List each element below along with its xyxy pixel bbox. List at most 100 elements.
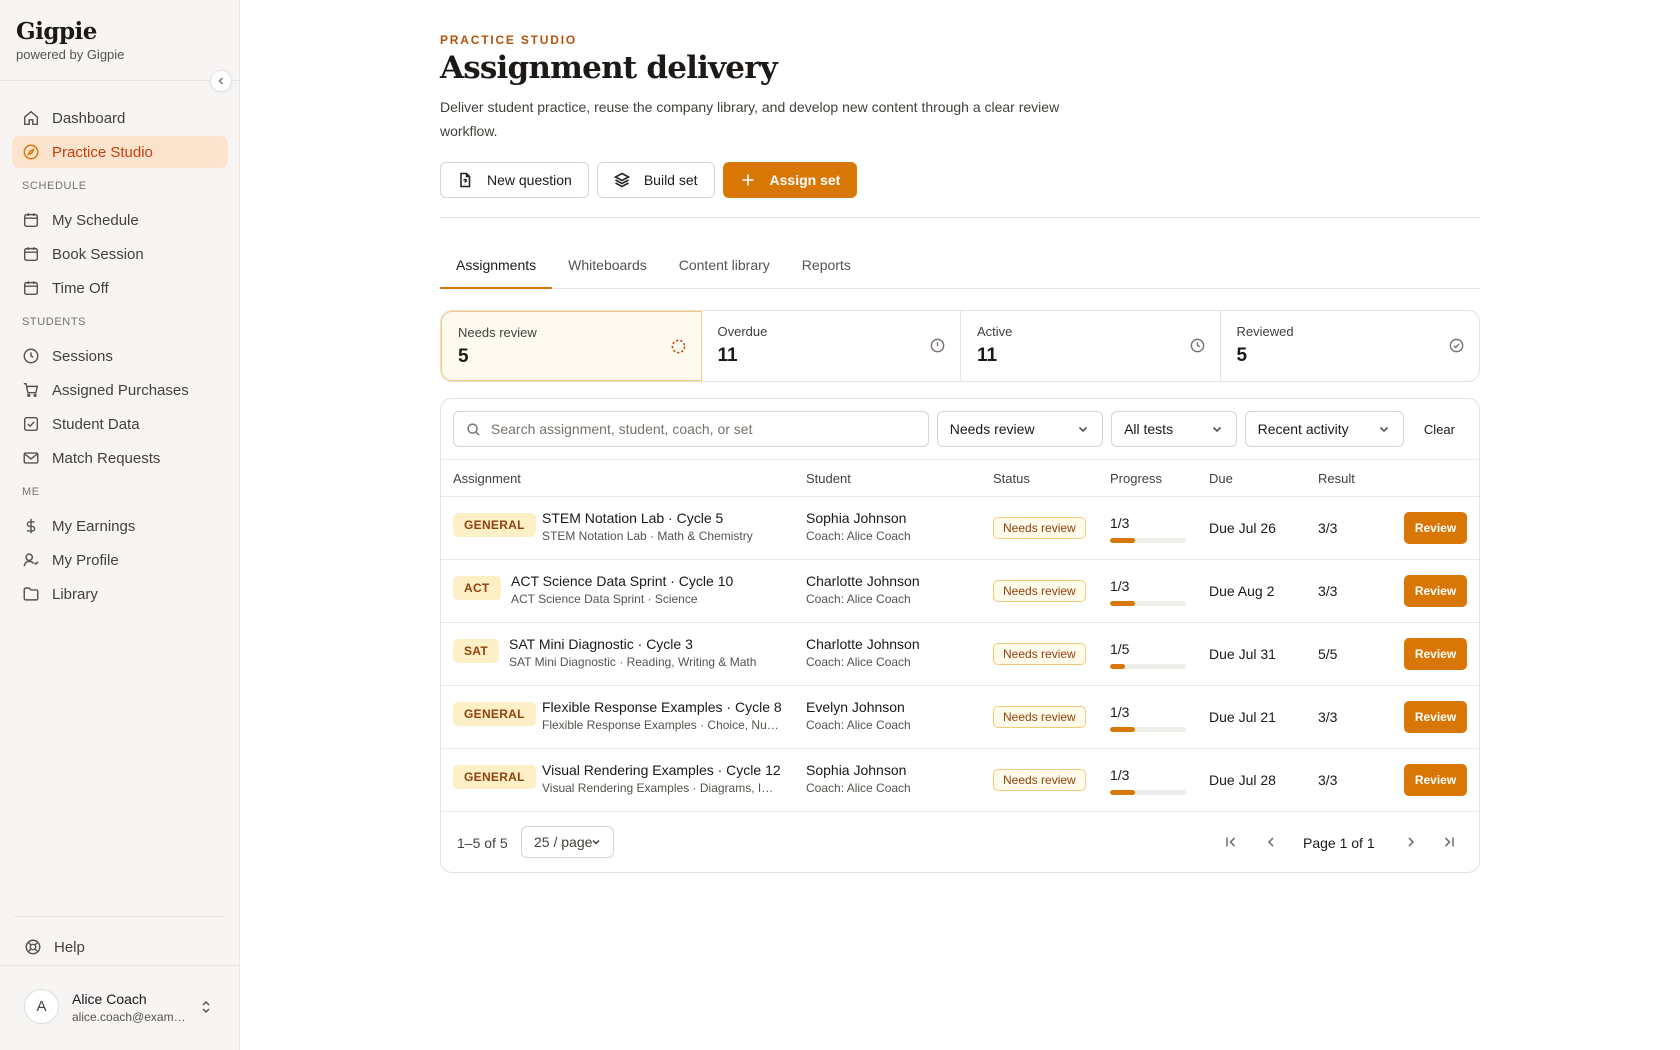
per-page-value: 25 / page — [534, 834, 593, 850]
last-page-icon[interactable] — [1441, 834, 1457, 850]
assignment-cell: Flexible Response Examples · Cycle 8 Fle… — [542, 699, 782, 732]
chevron-down-icon — [592, 839, 600, 845]
calendar-icon — [23, 281, 39, 296]
assignment-cell: SAT Mini Diagnostic · Cycle 3 SAT Mini D… — [509, 636, 781, 669]
table-row[interactable]: ACT ACT Science Data Sprint · Cycle 10 A… — [441, 560, 1479, 623]
sidebar-item-label: Student Data — [52, 415, 140, 433]
clock-icon — [23, 348, 39, 364]
chevron-left-icon[interactable] — [1263, 834, 1279, 850]
test-type-badge: GENERAL — [453, 765, 536, 789]
sidebar-item-student-data[interactable]: Student Data — [12, 408, 228, 440]
sidebar-item-match-requests[interactable]: Match Requests — [12, 442, 228, 474]
stat-reviewed[interactable]: Reviewed 5 — [1221, 311, 1480, 381]
sidebar-item-label: Time Off — [52, 279, 109, 297]
result: 3/3 — [1318, 583, 1338, 599]
brand-subtitle: powered by Gigpie — [16, 47, 125, 62]
user-name: Alice Coach — [72, 991, 147, 1007]
tab-content-library[interactable]: Content library — [663, 248, 786, 289]
sidebar-item-assigned-purchases[interactable]: Assigned Purchases — [12, 374, 228, 406]
sort-select[interactable]: Recent activity — [1244, 411, 1404, 447]
sidebar-item-library[interactable]: Library — [12, 578, 228, 610]
table-row[interactable]: GENERAL Flexible Response Examples · Cyc… — [441, 686, 1479, 749]
result: 3/3 — [1318, 520, 1338, 536]
review-button[interactable]: Review — [1404, 638, 1467, 670]
assignment-subtitle: SAT Mini Diagnostic · Reading, Writing &… — [509, 655, 757, 669]
review-button[interactable]: Review — [1404, 512, 1467, 544]
column-header-due[interactable]: Due — [1209, 471, 1233, 486]
pagination-range: 1–5 of 5 — [457, 835, 508, 851]
column-header-progress[interactable]: Progress — [1110, 471, 1162, 486]
calendar-icon — [23, 247, 39, 262]
user-menu[interactable]: A Alice Coach alice.coach@example.com — [0, 965, 240, 1050]
sidebar-item-label: Assigned Purchases — [52, 381, 189, 399]
column-header-student[interactable]: Student — [806, 471, 851, 486]
sidebar-item-my-schedule[interactable]: My Schedule — [12, 204, 228, 236]
stat-overdue[interactable]: Overdue 11 — [702, 311, 961, 381]
result: 3/3 — [1318, 709, 1338, 725]
review-button[interactable]: Review — [1404, 575, 1467, 607]
help-section: Help — [14, 916, 224, 965]
page-eyebrow: PRACTICE STUDIO — [440, 33, 578, 47]
clear-filters-button[interactable]: Clear — [1412, 422, 1467, 437]
new-question-button[interactable]: New question — [440, 162, 589, 198]
student-cell: Sophia Johnson Coach: Alice Coach — [806, 510, 911, 543]
column-header-assignment[interactable]: Assignment — [453, 471, 521, 486]
sidebar-item-my-profile[interactable]: My Profile — [12, 544, 228, 576]
sidebar-item-dashboard[interactable]: Dashboard — [12, 102, 228, 134]
assignment-cell: Visual Rendering Examples · Cycle 12 Vis… — [542, 762, 782, 795]
collapse-sidebar-button[interactable] — [210, 70, 232, 92]
table-row[interactable]: GENERAL Visual Rendering Examples · Cycl… — [441, 749, 1479, 812]
sidebar-item-practice-studio[interactable]: Practice Studio — [12, 136, 228, 168]
tab-reports[interactable]: Reports — [786, 248, 867, 289]
column-header-result[interactable]: Result — [1318, 471, 1355, 486]
assign-set-button[interactable]: Assign set — [722, 162, 858, 198]
tab-whiteboards[interactable]: Whiteboards — [552, 248, 663, 289]
first-page-icon[interactable] — [1223, 834, 1239, 850]
column-header-status[interactable]: Status — [993, 471, 1030, 486]
sidebar-item-label: Dashboard — [52, 109, 126, 127]
stat-needs-review[interactable]: Needs review 5 — [441, 311, 702, 381]
sidebar-item-my-earnings[interactable]: My Earnings — [12, 510, 228, 542]
assignments-panel: Search assignment, student, coach, or se… — [440, 398, 1480, 873]
status-filter-select[interactable]: Needs review — [936, 411, 1104, 447]
result: 5/5 — [1318, 646, 1338, 662]
action-bar: New question Build set Assign set — [440, 162, 858, 198]
tab-assignments[interactable]: Assignments — [440, 248, 553, 289]
student-cell: Charlotte Johnson Coach: Alice Coach — [806, 636, 920, 669]
assign-set-label: Assign set — [769, 172, 841, 188]
checkbox-icon — [23, 416, 39, 432]
layers-icon — [613, 172, 630, 188]
stat-label: Needs review — [458, 325, 537, 340]
sidebar-item-book-session[interactable]: Book Session — [12, 238, 228, 270]
due-date: Due Aug 2 — [1209, 583, 1275, 599]
divider — [440, 217, 1480, 218]
table-row[interactable]: SAT SAT Mini Diagnostic · Cycle 3 SAT Mi… — [441, 623, 1479, 686]
nav-section-me: ME — [22, 486, 40, 498]
brand[interactable]: Gigpie powered by Gigpie — [16, 18, 124, 62]
review-button[interactable]: Review — [1404, 701, 1467, 733]
status-badge: Needs review — [993, 580, 1086, 602]
page-title: Assignment delivery — [440, 50, 778, 86]
stat-active[interactable]: Active 11 — [961, 311, 1221, 381]
sidebar-item-sessions[interactable]: Sessions — [12, 340, 228, 372]
new-question-label: New question — [487, 172, 572, 188]
build-set-button[interactable]: Build set — [596, 162, 715, 198]
sidebar-item-label: My Profile — [52, 551, 119, 569]
review-button[interactable]: Review — [1404, 764, 1467, 796]
coach-name: Coach: Alice Coach — [806, 718, 911, 732]
status-badge: Needs review — [993, 706, 1086, 728]
sidebar-item-help[interactable]: Help — [14, 931, 224, 963]
table-row[interactable]: GENERAL STEM Notation Lab · Cycle 5 STEM… — [441, 497, 1479, 560]
sidebar-item-time-off[interactable]: Time Off — [12, 272, 228, 304]
per-page-select[interactable]: 25 / page — [521, 826, 614, 858]
stat-label: Active — [977, 324, 1013, 339]
page-indicator: Page 1 of 1 — [1303, 835, 1375, 851]
tests-filter-select[interactable]: All tests — [1111, 411, 1237, 447]
chevron-right-icon[interactable] — [1403, 834, 1419, 850]
coach-name: Coach: Alice Coach — [806, 655, 911, 669]
search-input[interactable]: Search assignment, student, coach, or se… — [453, 411, 929, 447]
coach-name: Coach: Alice Coach — [806, 529, 911, 543]
student-name: Evelyn Johnson — [806, 699, 905, 715]
search-placeholder: Search assignment, student, coach, or se… — [491, 421, 753, 437]
page-description: Deliver student practice, reuse the comp… — [440, 99, 1060, 139]
